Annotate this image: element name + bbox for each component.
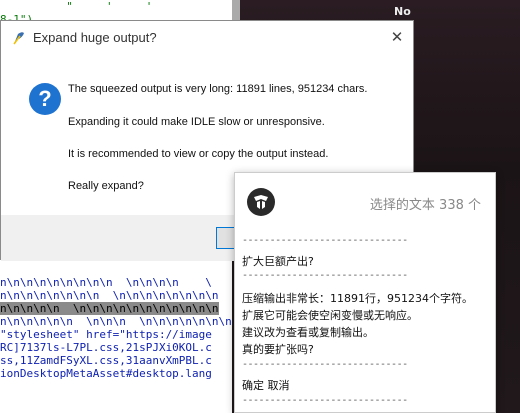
code-line: ss,11ZamdFSyXL.css,31aanvXmPBL.c	[0, 354, 212, 367]
code-line: n\n\n\n\n\n\n\n\n \n\n\n\n \	[0, 276, 212, 289]
translation-popup: 选择的文本 338 个 ----------------------------…	[234, 172, 496, 413]
selected-text-count: 选择的文本 338 个	[369, 198, 481, 213]
editor-bottom-code: n\n\n\n\n\n\n\n\n \n\n\n\n \ n\n\n\n\n\n…	[0, 276, 232, 380]
code-line: ionDesktopMetaAsset#desktop.lang	[0, 367, 212, 380]
code-line: n\n\n\n\n\n \n\n\n \n\n\n\n\n\n\n	[0, 315, 232, 328]
message-line: Expanding it could make IDLE slow or unr…	[68, 116, 325, 128]
code-line: n\n\n\n\n\n\n\n \n\n\n\n\n\n\n\n	[0, 289, 219, 302]
divider: ------------------------------	[242, 235, 408, 246]
idle-feather-icon	[11, 30, 27, 46]
translated-line: 压缩输出非常长：11891行，951234个字符。	[242, 292, 473, 305]
code-line: " ' '	[0, 0, 166, 13]
dialog-titlebar: Expand huge output? ✕	[1, 21, 413, 55]
translated-line: 建议改为查看或复制输出。	[242, 326, 374, 339]
code-line: n\n\n\n\n \n\n\n\n\n\n\n\n\n\n\n	[0, 302, 232, 315]
divider: ------------------------------	[242, 395, 408, 406]
editor-scrollbar[interactable]	[232, 0, 240, 20]
question-icon: ?	[29, 83, 61, 115]
close-icon[interactable]: ✕	[387, 27, 407, 47]
message-line: The squeezed output is very long: 11891 …	[68, 83, 368, 95]
glitch-text: No	[394, 5, 411, 18]
translated-line: 扩展它可能会使空闲变慢或无响应。	[242, 309, 418, 322]
code-line: RC]7137ls-L7PL.css,21sPJXi0KOL.c	[0, 341, 212, 354]
highlighted-code: n\n\n\n\n \n\n\n\n\n\n\n\n\n\n\n	[0, 302, 219, 315]
divider: ------------------------------	[242, 270, 408, 281]
code-line: "stylesheet" href="https://image	[0, 328, 212, 341]
divider: ------------------------------	[242, 359, 408, 370]
translated-line: 扩大巨额产出?	[242, 255, 314, 268]
translated-line: 真的要扩张吗?	[242, 343, 314, 356]
message-line: It is recommended to view or copy the ou…	[68, 148, 329, 160]
translated-line: 确定 取消	[242, 379, 290, 392]
message-line: Really expand?	[68, 180, 144, 192]
dialog-title: Expand huge output?	[33, 30, 157, 45]
translator-logo-icon	[247, 188, 275, 216]
